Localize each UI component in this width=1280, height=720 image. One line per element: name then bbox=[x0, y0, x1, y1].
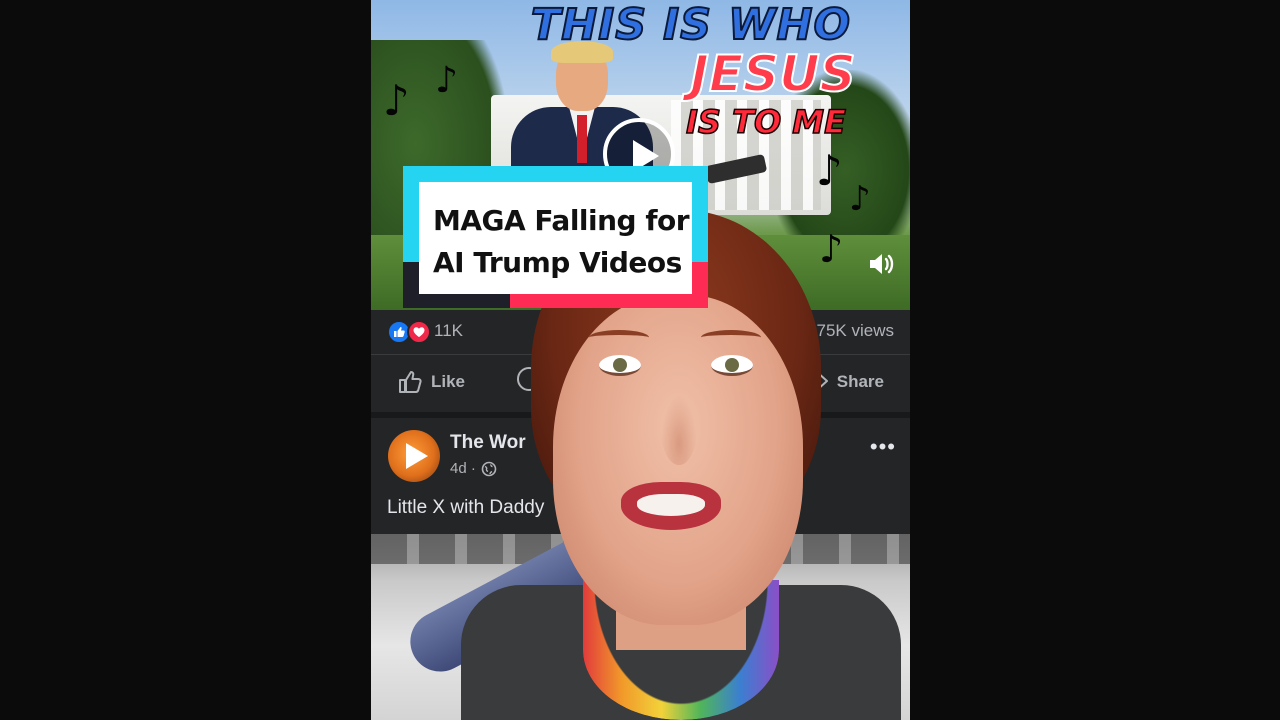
title-line-2: AI Trump Videos bbox=[433, 246, 682, 279]
page-avatar[interactable] bbox=[388, 430, 440, 482]
globe-icon bbox=[481, 461, 497, 477]
like-button[interactable]: Like bbox=[397, 369, 465, 395]
video-frame: THIS IS WHO JESUS IS TO ME ♪ ♪ ♪ ♪ ♪ 11K… bbox=[371, 0, 910, 720]
reaction-count[interactable]: 11K bbox=[434, 321, 463, 341]
creator-brow bbox=[589, 330, 649, 345]
page-name[interactable]: The Wor bbox=[450, 432, 526, 454]
creator-nose bbox=[661, 395, 697, 465]
thumbnail-headline-line1: THIS IS WHO bbox=[530, 0, 852, 50]
thumbnail-headline-line2: JESUS bbox=[689, 45, 856, 103]
like-label: Like bbox=[431, 372, 466, 391]
thumbs-up-icon bbox=[399, 371, 422, 393]
title-card-text: MAGA Falling for AI Trump Videos bbox=[433, 200, 693, 284]
title-line-1: MAGA Falling for bbox=[433, 204, 690, 237]
love-reaction-icon bbox=[407, 320, 431, 344]
music-note-icon: ♪ bbox=[435, 60, 458, 101]
post-timestamp[interactable]: 4d · bbox=[450, 460, 476, 477]
creator-brow bbox=[701, 330, 761, 345]
thumbnail-headline-line3: IS TO ME bbox=[685, 102, 846, 142]
creator-eye bbox=[599, 355, 641, 376]
title-card: MAGA Falling for AI Trump Videos bbox=[403, 166, 708, 308]
creator-eye bbox=[711, 355, 753, 376]
music-note-icon: ♪ bbox=[383, 76, 410, 125]
music-note-icon: ♪ bbox=[816, 146, 843, 195]
creator-mouth bbox=[621, 482, 721, 530]
